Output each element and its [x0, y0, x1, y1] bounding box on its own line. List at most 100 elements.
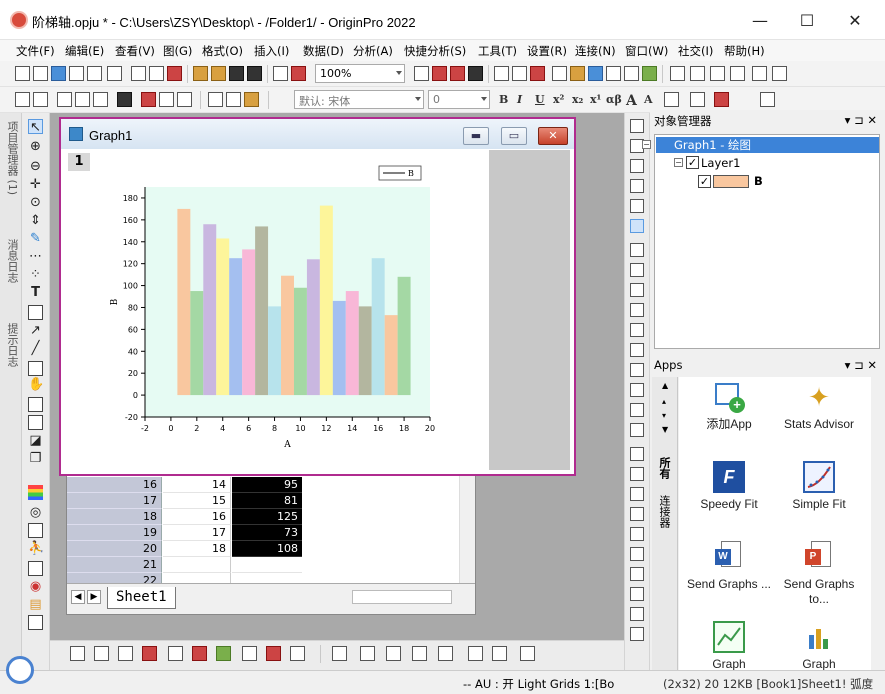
batch-icon[interactable]: [291, 66, 306, 81]
person-icon[interactable]: ⛹: [28, 541, 44, 556]
add-layer-icon[interactable]: [33, 92, 48, 107]
open-icon[interactable]: [193, 66, 208, 81]
increase-font-button[interactable]: A: [626, 93, 637, 109]
line-symbol-icon[interactable]: [118, 646, 133, 661]
fill-color-icon[interactable]: [760, 92, 775, 107]
contour-plot-icon[interactable]: [360, 646, 375, 661]
tab-hint-log[interactable]: 提示日志: [2, 323, 20, 367]
tool-icon[interactable]: [630, 363, 644, 377]
open-template-icon[interactable]: [211, 66, 226, 81]
merge-graph-icon[interactable]: [57, 92, 72, 107]
tool-icon[interactable]: [630, 447, 644, 461]
column-plot-icon[interactable]: [142, 646, 157, 661]
tool-icon[interactable]: [630, 547, 644, 561]
app-add-app[interactable]: + 添加App: [685, 381, 773, 432]
collapse-icon[interactable]: −: [642, 140, 651, 149]
script-icon[interactable]: [530, 66, 545, 81]
sort-icon[interactable]: [710, 66, 725, 81]
duplicate-icon[interactable]: [450, 66, 465, 81]
line-style-icon[interactable]: [664, 92, 679, 107]
matrix-plot-icon[interactable]: [468, 646, 483, 661]
pointer-tool-icon[interactable]: ↖: [28, 119, 43, 135]
app-simple-fit[interactable]: Simple Fit: [775, 461, 863, 512]
app-speedy-fit[interactable]: F Speedy Fit: [685, 461, 773, 512]
supersub-button[interactable]: x¹: [590, 93, 601, 106]
set-column-icon[interactable]: [730, 66, 745, 81]
menu-data[interactable]: 数据(D): [303, 43, 344, 59]
cell-a[interactable]: 17: [163, 525, 231, 541]
region-tool-icon[interactable]: ◪: [28, 433, 43, 448]
pattern-icon[interactable]: [690, 92, 705, 107]
tool-icon[interactable]: [630, 243, 644, 257]
graph-restore-button[interactable]: ▭: [501, 127, 527, 145]
zoom-out-tool-icon[interactable]: ⊖: [28, 159, 43, 174]
menu-file[interactable]: 文件(F): [16, 43, 55, 59]
sheet-prev-icon[interactable]: ◀: [71, 590, 85, 604]
new-excel-icon[interactable]: [167, 66, 182, 81]
new-matrix-icon[interactable]: [87, 66, 102, 81]
color-palette-icon[interactable]: [28, 485, 43, 500]
subscript-button[interactable]: x₂: [572, 93, 583, 106]
app-send-graphs-ppt[interactable]: P Send Graphs to...: [775, 541, 863, 607]
row-header[interactable]: 17: [67, 493, 162, 509]
cut-icon[interactable]: [208, 92, 223, 107]
new-notes-icon[interactable]: [131, 66, 146, 81]
table-plot-icon[interactable]: [492, 646, 507, 661]
heatmap-icon[interactable]: [386, 646, 401, 661]
tool-icon[interactable]: [630, 627, 644, 641]
polar-plot-icon[interactable]: [242, 646, 257, 661]
copy-icon[interactable]: [226, 92, 241, 107]
line-plot-icon[interactable]: [70, 646, 85, 661]
data-reader-tool-icon[interactable]: ⊙: [28, 195, 43, 210]
decrease-font-button[interactable]: A: [644, 93, 653, 106]
menu-settings[interactable]: 设置(R): [527, 43, 567, 59]
menu-quick-analysis[interactable]: 快捷分析(S): [404, 43, 466, 59]
row-header[interactable]: 16: [67, 477, 162, 493]
italic-button[interactable]: I: [517, 93, 522, 106]
tab-connectors[interactable]: 连接器: [656, 495, 672, 528]
scale-tool-icon[interactable]: ✛: [28, 177, 43, 192]
data-reader-icon[interactable]: [141, 92, 156, 107]
tool-icon[interactable]: [630, 303, 644, 317]
rescale-icon[interactable]: [15, 92, 30, 107]
tree-node-plot[interactable]: B: [754, 174, 763, 188]
tool-icon[interactable]: [630, 507, 644, 521]
table-tool-icon[interactable]: [28, 523, 43, 538]
code-builder-icon[interactable]: [468, 66, 483, 81]
row-header[interactable]: 21: [67, 557, 162, 573]
tab-messages-log[interactable]: 消息日志: [2, 239, 20, 283]
menu-analysis[interactable]: 分析(A): [353, 43, 393, 59]
video-icon[interactable]: [520, 646, 535, 661]
sheet-tab[interactable]: Sheet1: [107, 587, 176, 609]
tab-project-explorer[interactable]: 项目管理器 (1): [2, 121, 20, 195]
tool-icon[interactable]: [630, 487, 644, 501]
command-window-icon[interactable]: [512, 66, 527, 81]
maximize-button[interactable]: ☐: [787, 4, 827, 36]
save-template-icon[interactable]: [247, 66, 262, 81]
cell-a[interactable]: 15: [163, 493, 231, 509]
layer-checkbox[interactable]: ✓: [686, 156, 699, 169]
font-size-combo[interactable]: 0: [428, 90, 490, 109]
tool-icon[interactable]: [630, 159, 644, 173]
cell-a[interactable]: 14: [163, 477, 231, 493]
grid-tool-icon[interactable]: [28, 615, 43, 630]
new-graph-icon[interactable]: [69, 66, 84, 81]
layer-tool-icon[interactable]: ❐: [28, 451, 43, 466]
row-header[interactable]: 19: [67, 525, 162, 541]
line-tool-icon[interactable]: ╱: [28, 341, 43, 356]
cell-b[interactable]: 95: [232, 477, 302, 493]
cell-b[interactable]: [232, 557, 302, 573]
plot-checkbox[interactable]: ✓: [698, 175, 711, 188]
scroll-up-icon[interactable]: ▲: [662, 381, 668, 390]
vertical-scrollbar[interactable]: [459, 471, 475, 583]
tree-node-layer1[interactable]: Layer1: [701, 156, 740, 170]
zoom-in-tool-icon[interactable]: ⊕: [28, 139, 43, 154]
paste-icon[interactable]: [244, 92, 259, 107]
tree-node-graph1[interactable]: − Graph1 - 绘图: [642, 137, 879, 153]
menu-connect[interactable]: 连接(N): [575, 43, 616, 59]
tool-icon[interactable]: [630, 527, 644, 541]
menu-social[interactable]: 社交(I): [678, 43, 713, 59]
tool-icon[interactable]: [630, 567, 644, 581]
row-header[interactable]: 18: [67, 509, 162, 525]
tool-icon[interactable]: [630, 343, 644, 357]
